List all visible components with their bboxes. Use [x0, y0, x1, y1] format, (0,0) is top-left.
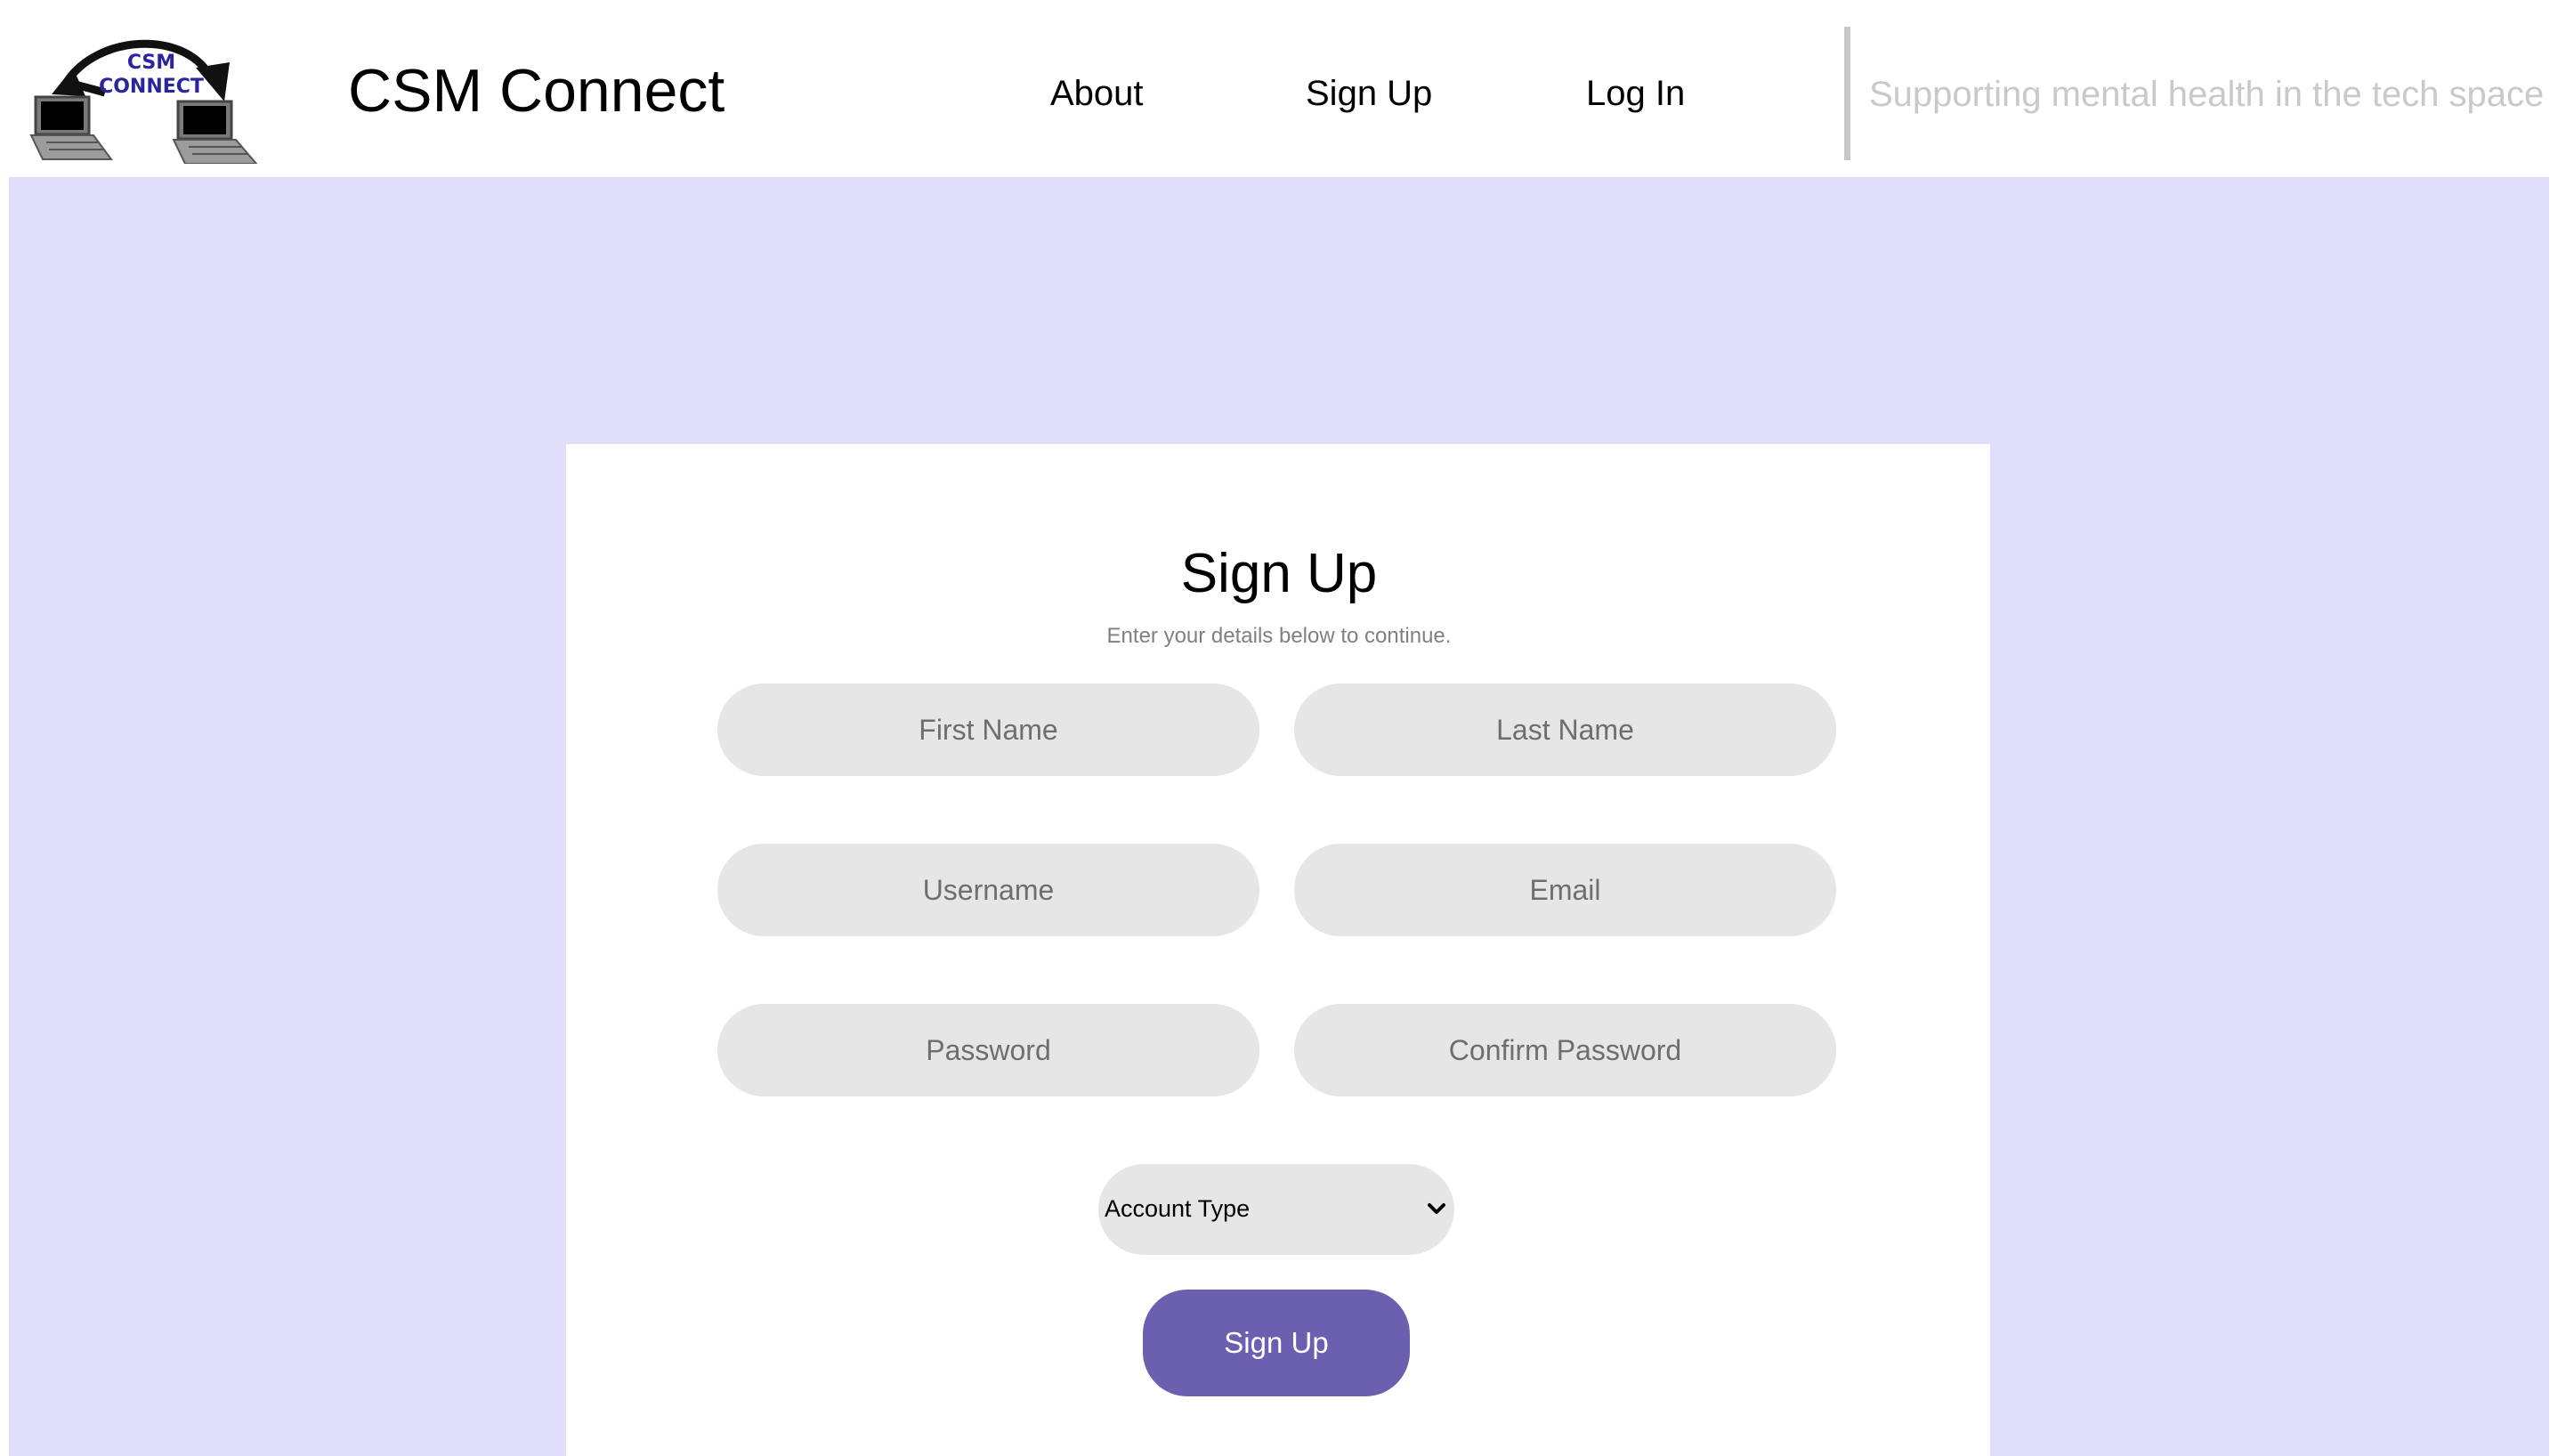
site-header: CSM CONNECT CSM Connect About Sign Up Lo…: [0, 0, 2558, 177]
brand-name[interactable]: CSM Connect: [348, 55, 724, 126]
form-subtitle: Enter your details below to continue.: [1106, 624, 1452, 648]
nav-log-in-link[interactable]: Log In: [1586, 68, 1685, 119]
chevron-down-icon: [1426, 1198, 1447, 1219]
form-title: Sign Up: [1180, 543, 1378, 604]
email-field[interactable]: [1294, 844, 1836, 936]
confirm-password-field[interactable]: [1294, 1004, 1836, 1096]
svg-text:CSM: CSM: [127, 52, 175, 74]
account-type-selected: Account Type: [1105, 1195, 1251, 1222]
header-divider: [1844, 27, 1850, 160]
password-field[interactable]: [717, 1004, 1259, 1096]
svg-text:CONNECT: CONNECT: [99, 76, 204, 98]
last-name-field[interactable]: [1294, 684, 1836, 776]
tagline: Supporting mental health in the tech spa…: [1869, 75, 2545, 114]
nav-sign-up-link[interactable]: Sign Up: [1306, 68, 1432, 119]
username-field[interactable]: [717, 844, 1259, 936]
sign-up-submit-button[interactable]: Sign Up: [1143, 1290, 1410, 1396]
csm-connect-logo-icon[interactable]: CSM CONNECT: [27, 30, 263, 164]
first-name-field[interactable]: [717, 684, 1259, 776]
account-type-select[interactable]: Account Type: [1098, 1164, 1454, 1255]
nav-about-link[interactable]: About: [1050, 68, 1144, 119]
